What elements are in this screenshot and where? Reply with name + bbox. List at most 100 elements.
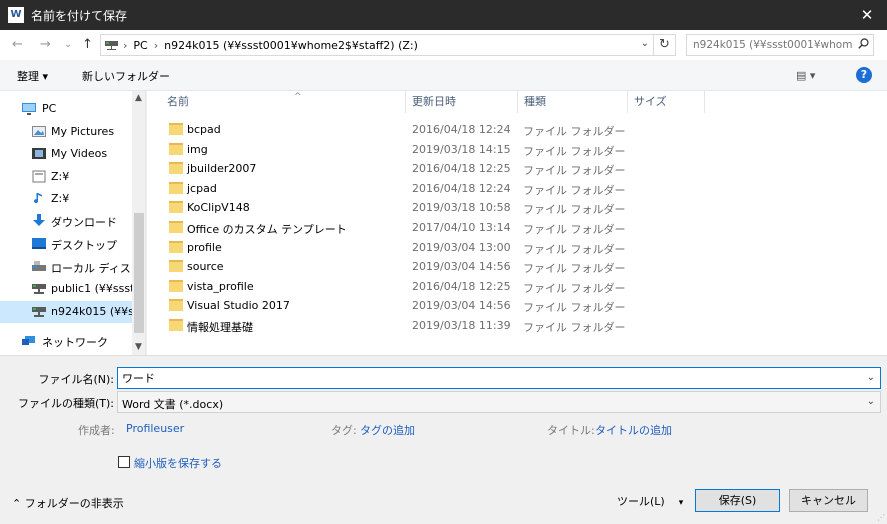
- view-options-button[interactable]: ▤ ▾: [796, 69, 815, 82]
- file-row[interactable]: Visual Studio 2017 2019/03/04 14:56 ファイル…: [161, 296, 626, 315]
- folder-icon: [169, 182, 183, 194]
- filetype-select[interactable]: Word 文書 (*.docx) ⌄: [117, 391, 881, 413]
- address-dropdown-icon[interactable]: ⌄: [641, 38, 649, 49]
- nav-item-n924k015[interactable]: n924k015 (¥¥ssst: [0, 301, 132, 323]
- folder-icon: [169, 280, 183, 292]
- nav-item-desktop[interactable]: デスクトップ: [0, 233, 132, 255]
- download-icon: [33, 214, 45, 226]
- navigation-pane: PC My Pictures My Videos Z:¥ Z:¥ ダウンロード …: [0, 91, 146, 355]
- title-bar: W 名前を付けて保存 ✕: [0, 0, 887, 30]
- up-folder-button[interactable]: ↑: [82, 37, 93, 52]
- new-folder-button[interactable]: 新しいフォルダー: [82, 68, 170, 84]
- file-row[interactable]: KoClipV148 2019/03/18 10:58 ファイル フォルダー: [161, 198, 626, 217]
- file-row[interactable]: 情報処理基礎 2019/03/18 11:39 ファイル フォルダー: [161, 316, 626, 335]
- file-row[interactable]: jcpad 2016/04/18 12:24 ファイル フォルダー: [161, 179, 626, 198]
- drive-icon: [32, 170, 46, 183]
- save-options-panel: ファイル名(N): ⌄ ファイルの種類(T): Word 文書 (*.docx)…: [0, 355, 887, 524]
- window-title: 名前を付けて保存: [31, 9, 128, 23]
- filetype-dropdown-icon: ⌄: [866, 396, 875, 407]
- file-list: 名前 ^ 更新日時 種類 サイズ bcpad 2016/04/18 12:24 …: [147, 91, 887, 355]
- network-icon: [22, 336, 35, 345]
- sort-ascending-icon: ^: [294, 92, 302, 102]
- breadcrumb: › PC › n924k015 (¥¥ssst0001¥whome2$¥staff2)…: [123, 39, 418, 52]
- breadcrumb-pc[interactable]: PC: [133, 39, 147, 52]
- nav-item-downloads[interactable]: ダウンロード: [0, 210, 132, 232]
- author-label: 作成者:: [78, 424, 115, 437]
- filename-label: ファイル名(N):: [38, 373, 114, 386]
- column-header-type[interactable]: 種類: [518, 91, 628, 113]
- address-bar[interactable]: › PC › n924k015 (¥¥ssst0001¥whome2$¥staff2)…: [100, 34, 654, 56]
- command-bar: 整理 ▾ 新しいフォルダー ▤ ▾ ?: [0, 60, 887, 91]
- nav-item-local-disk[interactable]: ローカル ディスク (C: [0, 256, 132, 278]
- folder-icon: [169, 319, 183, 331]
- search-input[interactable]: [687, 35, 852, 55]
- nav-item-public1[interactable]: public1 (¥¥ssst00: [0, 278, 132, 300]
- folder-icon: [169, 123, 183, 135]
- local-disk-icon: [32, 261, 46, 271]
- file-row[interactable]: source 2019/03/04 14:56 ファイル フォルダー: [161, 257, 626, 276]
- network-drive-icon: [32, 307, 46, 317]
- filename-input[interactable]: [118, 368, 818, 388]
- refresh-button[interactable]: ↻: [654, 34, 676, 56]
- address-row: ← → ⌄ ↑ › PC › n924k015 (¥¥ssst0001¥whome2$…: [0, 30, 887, 60]
- tools-menu-button[interactable]: ツール(L) ▾: [617, 493, 683, 509]
- folder-icon: [169, 260, 183, 272]
- forward-button[interactable]: →: [40, 37, 51, 52]
- nav-item-pc[interactable]: PC: [0, 98, 132, 120]
- scroll-down-icon[interactable]: ▼: [135, 342, 142, 352]
- network-drive-icon: [32, 284, 46, 294]
- author-value[interactable]: Profileuser: [126, 422, 184, 435]
- file-row[interactable]: img 2019/03/18 14:15 ファイル フォルダー: [161, 140, 626, 159]
- nav-item-z-drive[interactable]: Z:¥: [0, 166, 132, 188]
- save-button[interactable]: 保存(S): [695, 489, 780, 512]
- resize-grip[interactable]: ⋰: [877, 513, 885, 522]
- title-value[interactable]: タイトルの追加: [595, 422, 672, 438]
- tags-value[interactable]: タグの追加: [360, 422, 415, 438]
- music-icon: [34, 193, 42, 204]
- file-row[interactable]: Office のカスタム テンプレート 2017/04/10 13:14 ファイ…: [161, 218, 626, 237]
- save-thumbnail-label[interactable]: 縮小版を保存する: [134, 455, 222, 471]
- column-header-size[interactable]: サイズ: [628, 91, 705, 113]
- hide-folders-button[interactable]: ⌃ フォルダーの非表示: [12, 495, 124, 511]
- folder-icon: [169, 241, 183, 253]
- breadcrumb-drive[interactable]: n924k015 (¥¥ssst0001¥whome2$¥staff2) (Z:…: [164, 39, 418, 52]
- nav-item-network[interactable]: ネットワーク: [0, 330, 132, 352]
- filename-field[interactable]: ⌄: [117, 367, 881, 389]
- file-row[interactable]: vista_profile 2016/04/18 12:25 ファイル フォルダ…: [161, 277, 626, 296]
- search-icon: [858, 38, 869, 49]
- tools-dropdown-icon: ▾: [678, 498, 684, 508]
- help-button[interactable]: ?: [856, 67, 872, 83]
- title-label: タイトル:: [547, 424, 595, 437]
- nav-scrollbar-thumb[interactable]: [134, 213, 144, 333]
- column-header-name[interactable]: 名前 ^: [161, 91, 406, 113]
- filetype-label: ファイルの種類(T):: [17, 397, 114, 410]
- pictures-icon: [32, 126, 46, 137]
- filename-dropdown-icon[interactable]: ⌄: [867, 372, 875, 383]
- organize-button[interactable]: 整理 ▾: [17, 68, 48, 84]
- folder-icon: [169, 143, 183, 155]
- file-row[interactable]: bcpad 2016/04/18 12:24 ファイル フォルダー: [161, 120, 626, 139]
- file-row[interactable]: jbuilder2007 2016/04/18 12:25 ファイル フォルダー: [161, 159, 626, 178]
- nav-item-my-pictures[interactable]: My Pictures: [0, 121, 132, 143]
- word-app-icon: W: [8, 7, 24, 23]
- desktop-icon: [32, 238, 46, 249]
- network-drive-icon: [105, 41, 118, 50]
- videos-icon: [32, 148, 46, 159]
- folder-icon: [169, 162, 183, 174]
- nav-item-my-videos[interactable]: My Videos: [0, 143, 132, 165]
- cancel-button[interactable]: キャンセル: [789, 489, 868, 512]
- scroll-up-icon[interactable]: ▲: [135, 93, 142, 103]
- column-header-date[interactable]: 更新日時: [406, 91, 518, 113]
- pc-icon: [22, 103, 36, 115]
- save-thumbnail-checkbox[interactable]: [118, 456, 130, 468]
- file-row[interactable]: profile 2019/03/04 13:00 ファイル フォルダー: [161, 238, 626, 257]
- tags-label: タグ:: [331, 424, 357, 437]
- close-button[interactable]: ✕: [847, 0, 887, 30]
- folder-icon: [169, 221, 183, 233]
- search-box[interactable]: [686, 34, 874, 56]
- recent-locations-icon[interactable]: ⌄: [64, 39, 72, 50]
- nav-item-music[interactable]: Z:¥: [0, 188, 132, 210]
- folder-icon: [169, 299, 183, 311]
- nav-scrollbar[interactable]: ▲ ▼: [132, 91, 145, 355]
- back-button[interactable]: ←: [12, 37, 23, 52]
